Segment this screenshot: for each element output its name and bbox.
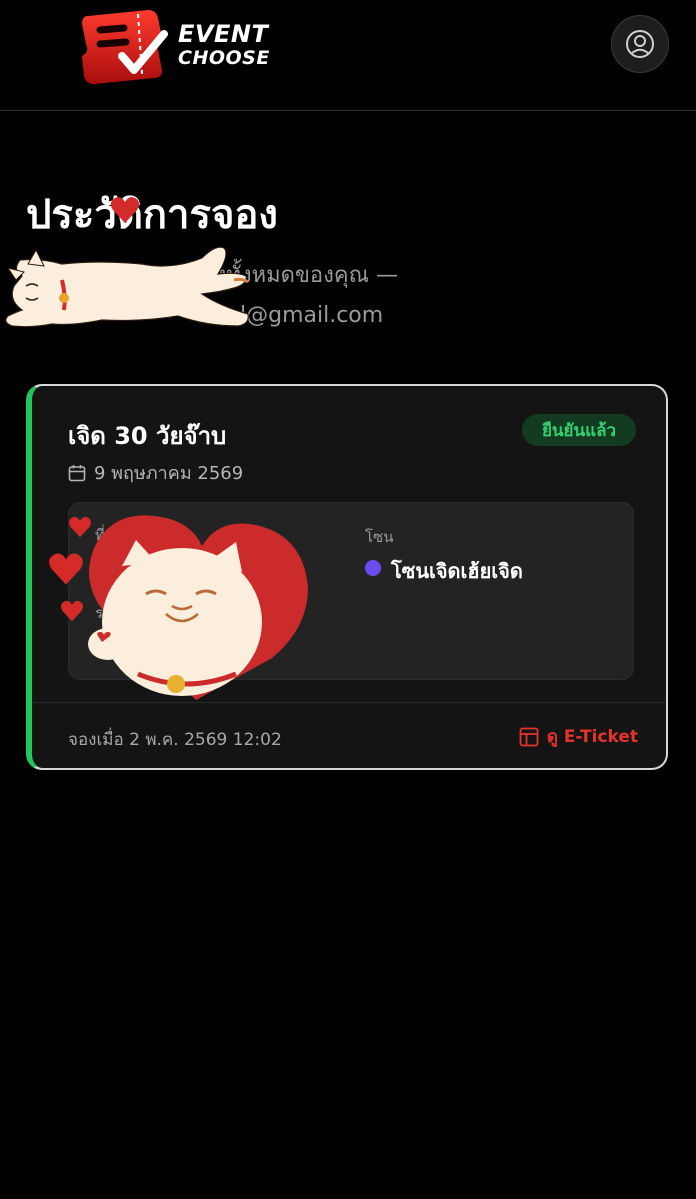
user-circle-icon	[626, 30, 654, 58]
zone-label: โซน	[365, 528, 394, 546]
heart-icon	[68, 516, 92, 538]
zone-value: โซนเจิดเฮ้ยเจิด	[391, 559, 523, 583]
booked-at: จองเมื่อ 2 พ.ค. 2569 12:02	[68, 730, 282, 750]
zone-color-dot	[365, 560, 381, 576]
heart-icon	[49, 553, 83, 585]
ticket-check-logo-icon	[82, 10, 168, 84]
heart-icon	[60, 600, 84, 622]
view-eticket-link[interactable]: ดู E-Ticket	[519, 723, 638, 750]
brand-wordmark: EVENT CHOOSE	[178, 22, 270, 70]
brand-line1: EVENT	[178, 20, 269, 48]
view-eticket-label: ดู E-Ticket	[546, 727, 638, 747]
brand-logo[interactable]: EVENT CHOOSE	[78, 8, 298, 84]
event-date-text: 9 พฤษภาคม 2569	[94, 463, 244, 484]
brand-line2: CHOOSE	[178, 47, 270, 69]
app-header: EVENT CHOOSE	[0, 0, 696, 111]
card-footer: จองเมื่อ 2 พ.ค. 2569 12:02 ดู E-Ticket	[32, 702, 666, 768]
ticket-icon	[519, 727, 539, 746]
calendar-icon	[68, 464, 86, 481]
lying-cat-sticker	[5, 246, 249, 328]
status-badge: ยืนยันแล้ว	[522, 414, 636, 446]
heart-icon	[110, 197, 140, 223]
event-date: 9 พฤษภาคม 2569	[68, 458, 243, 487]
account-button[interactable]	[611, 15, 669, 73]
event-name: เจิด 30 วัยจ๊าบ	[68, 422, 227, 450]
page-title: ประวัติการจอง	[26, 192, 278, 238]
